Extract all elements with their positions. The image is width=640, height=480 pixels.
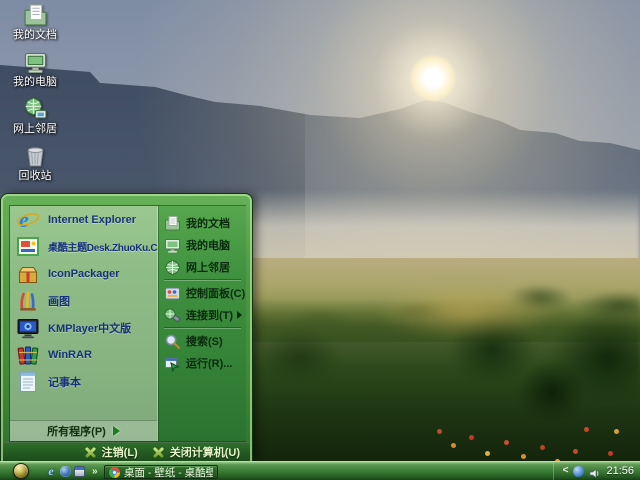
menu-item-label: 记事本 bbox=[48, 374, 81, 390]
kmplayer-icon bbox=[16, 316, 40, 340]
window-button-label: 桌面 - 壁纸 - 桌酷壁... bbox=[124, 465, 213, 479]
menu-item-label: IconPackager bbox=[48, 268, 120, 280]
quick-launch-internet-explorer-icon[interactable]: e bbox=[45, 465, 57, 477]
menu-item-label: KMPlayer中文版 bbox=[48, 320, 131, 336]
log-off-label: 注销(L) bbox=[102, 444, 138, 460]
taskbar-clock[interactable]: 21:56 bbox=[606, 465, 634, 477]
sun bbox=[409, 54, 457, 102]
start-menu-panels: e Internet Explorer bbox=[9, 205, 246, 442]
tray-network-icon[interactable] bbox=[573, 466, 584, 477]
recycle-bin-icon bbox=[23, 144, 48, 169]
control-panel-icon bbox=[164, 285, 181, 302]
taskbar-window-button[interactable]: 桌面 - 壁纸 - 桌酷壁... bbox=[104, 465, 218, 479]
menu-item-my-computer[interactable]: 我的电脑 bbox=[159, 234, 246, 256]
tray-collapse-chevron[interactable]: < bbox=[563, 466, 569, 476]
menu-item-my-documents[interactable]: 我的文档 bbox=[159, 212, 246, 234]
menu-item-label: 桌酷主题Desk.ZhuoKu.Com bbox=[48, 239, 172, 254]
connect-to-icon bbox=[164, 307, 181, 324]
desktop-screen: 我的文档 我的电脑 网上邻居 bbox=[0, 0, 640, 480]
menu-item-paint[interactable]: 画图 bbox=[10, 287, 157, 314]
menu-item-label: 运行(R)... bbox=[186, 355, 232, 371]
menu-item-label: 我的文档 bbox=[186, 215, 230, 231]
search-icon bbox=[164, 333, 181, 350]
menu-item-label: WinRAR bbox=[48, 349, 92, 361]
quick-launch-browser-globe-icon[interactable] bbox=[60, 466, 71, 477]
desktop-icon-label: 回收站 bbox=[19, 170, 52, 182]
run-icon bbox=[164, 355, 181, 372]
internet-explorer-icon: e bbox=[16, 208, 40, 232]
iconpackager-icon bbox=[16, 262, 40, 286]
menu-item-label: 网上邻居 bbox=[186, 259, 230, 275]
quick-launch-media-player-icon[interactable] bbox=[74, 466, 85, 477]
menu-divider bbox=[164, 327, 241, 329]
log-off-button[interactable]: 注销(L) bbox=[84, 444, 138, 460]
taskbar: e » 桌面 - 壁纸 - 桌酷壁... < 21:56 bbox=[0, 461, 640, 480]
start-button[interactable] bbox=[13, 463, 29, 479]
menu-item-label: 搜索(S) bbox=[186, 333, 223, 349]
winrar-icon bbox=[16, 343, 40, 367]
desktop-icon-my-documents[interactable]: 我的文档 bbox=[2, 3, 68, 50]
network-places-icon bbox=[164, 259, 181, 276]
menu-item-label: 控制面板(C) bbox=[186, 285, 245, 301]
menu-item-control-panel[interactable]: 控制面板(C) bbox=[159, 282, 246, 304]
zhuoku-theme-icon bbox=[16, 235, 40, 259]
paint-icon bbox=[16, 289, 40, 313]
all-programs-button[interactable]: 所有程序(P) bbox=[10, 420, 157, 441]
svg-text:e: e bbox=[19, 208, 29, 232]
desktop-icon-recycle-bin[interactable]: 回收站 bbox=[2, 144, 68, 191]
start-menu-programs-panel: e Internet Explorer bbox=[10, 206, 158, 441]
shut-down-icon bbox=[152, 446, 165, 459]
my-computer-icon bbox=[23, 50, 48, 75]
my-documents-icon bbox=[164, 215, 181, 232]
menu-item-winrar[interactable]: WinRAR bbox=[10, 341, 157, 368]
notepad-icon bbox=[16, 370, 40, 394]
window-button-icon bbox=[109, 467, 120, 478]
menu-item-label: 连接到(T) bbox=[186, 307, 233, 323]
network-places-icon bbox=[23, 97, 48, 122]
tray-volume-icon[interactable] bbox=[589, 466, 600, 477]
quick-launch-overflow-chevron[interactable]: » bbox=[92, 466, 98, 477]
all-programs-label: 所有程序(P) bbox=[47, 423, 106, 439]
menu-item-kmplayer[interactable]: KMPlayer中文版 bbox=[10, 314, 157, 341]
menu-item-label: 我的电脑 bbox=[186, 237, 230, 253]
my-documents-icon bbox=[23, 3, 48, 28]
desktop-icon-label: 网上邻居 bbox=[13, 123, 57, 135]
shut-down-label: 关闭计算机(U) bbox=[170, 444, 240, 460]
menu-item-notepad[interactable]: 记事本 bbox=[10, 368, 157, 395]
desktop-icon-network-places[interactable]: 网上邻居 bbox=[2, 97, 68, 144]
menu-divider bbox=[164, 279, 241, 281]
menu-item-label: 画图 bbox=[48, 293, 70, 309]
my-computer-icon bbox=[164, 237, 181, 254]
menu-item-network-places[interactable]: 网上邻居 bbox=[159, 256, 246, 278]
menu-item-search[interactable]: 搜索(S) bbox=[159, 330, 246, 352]
submenu-arrow-icon bbox=[237, 311, 242, 319]
desktop-icons: 我的文档 我的电脑 网上邻居 bbox=[2, 3, 68, 191]
menu-item-connect-to[interactable]: 连接到(T) bbox=[159, 304, 246, 326]
menu-item-label: Internet Explorer bbox=[48, 214, 136, 226]
menu-item-iconpackager[interactable]: IconPackager bbox=[10, 260, 157, 287]
quick-launch: e bbox=[45, 465, 85, 477]
wallpaper-light-patch bbox=[372, 284, 562, 340]
all-programs-arrow-icon bbox=[113, 426, 120, 436]
system-tray: < 21:56 bbox=[553, 462, 640, 480]
menu-item-zhuoku-theme[interactable]: 桌酷主题Desk.ZhuoKu.Com bbox=[10, 233, 157, 260]
start-menu-footer: 注销(L) 关闭计算机(U) bbox=[3, 442, 250, 461]
desktop-icon-label: 我的电脑 bbox=[13, 76, 57, 88]
start-menu: e Internet Explorer bbox=[0, 193, 253, 461]
desktop-icon-my-computer[interactable]: 我的电脑 bbox=[2, 50, 68, 97]
menu-item-run[interactable]: 运行(R)... bbox=[159, 352, 246, 374]
shut-down-button[interactable]: 关闭计算机(U) bbox=[152, 444, 240, 460]
log-off-icon bbox=[84, 446, 97, 459]
start-menu-places-panel: 我的文档 我的电脑 bbox=[158, 206, 246, 441]
menu-item-internet-explorer[interactable]: e Internet Explorer bbox=[10, 206, 157, 233]
desktop-icon-label: 我的文档 bbox=[13, 29, 57, 41]
